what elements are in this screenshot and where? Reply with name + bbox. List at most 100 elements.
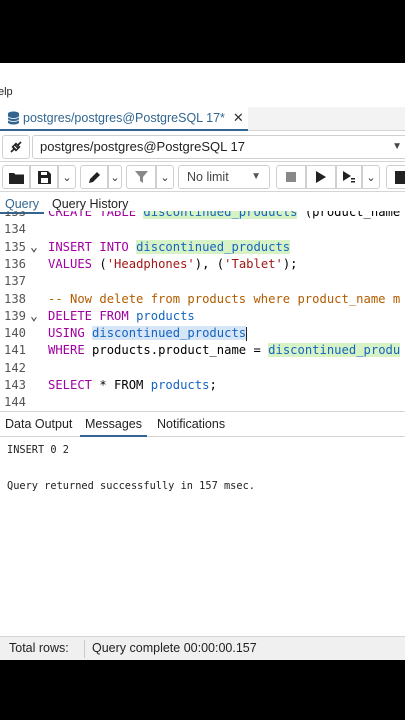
status-divider <box>84 640 85 658</box>
code-line[interactable]: 142 <box>0 360 405 377</box>
string-literal: 'Headphones' <box>106 256 195 271</box>
connection-select[interactable]: postgres/postgres@PostgreSQL 17 ▼ <box>32 135 405 159</box>
chevron-down-icon: ▼ <box>392 141 402 152</box>
code-token: ( <box>92 256 107 271</box>
open-file-button[interactable] <box>2 165 30 189</box>
stop-button[interactable] <box>276 165 306 189</box>
execute-button[interactable] <box>306 165 336 189</box>
line-number: 143 <box>3 378 26 392</box>
menu-help[interactable]: elp <box>0 85 13 99</box>
tab-title: postgres/postgres@PostgreSQL 17* <box>23 111 225 125</box>
code-line[interactable]: 143 SELECT * FROM products; <box>0 377 405 394</box>
line-number: 138 <box>3 291 26 306</box>
sql-keyword: USING <box>48 326 85 341</box>
table-name: discontinued_products <box>143 211 298 219</box>
code-line[interactable]: 139 ⌄ DELETE FROM products <box>0 308 405 325</box>
messages-panel: INSERT 0 2 Query returned successfully i… <box>0 439 405 619</box>
query-complete-status: Query complete 00:00:00.157 <box>92 641 257 655</box>
tab-messages[interactable]: Messages <box>80 412 147 437</box>
execute-options-button[interactable]: ⌄ <box>362 165 380 189</box>
editor-tab-bar: postgres/postgres@PostgreSQL 17* ✕ <box>0 107 405 131</box>
table-name: products <box>150 378 210 392</box>
code-line[interactable]: 141 WHERE products.product_name = discont… <box>0 342 405 359</box>
code-line[interactable]: 133 CREATE TABLE discontinued_products (p… <box>0 211 405 221</box>
fold-chevron-icon[interactable]: ⌄ <box>30 308 42 325</box>
filter-options-button[interactable]: ⌄ <box>156 165 174 189</box>
connection-bar: postgres/postgres@PostgreSQL 17 ▼ <box>0 132 405 162</box>
close-icon[interactable]: ✕ <box>233 110 244 126</box>
query-tool-tab[interactable]: postgres/postgres@PostgreSQL 17* ✕ <box>0 107 248 131</box>
tab-query-history[interactable]: Query History <box>52 197 128 211</box>
chevron-down-icon: ⌄ <box>62 171 72 184</box>
macro-icon <box>394 170 405 184</box>
message-line: INSERT 0 2 <box>7 444 69 456</box>
table-name: products <box>136 308 195 323</box>
code-text: CREATE TABLE discontinued_products (prod… <box>48 211 400 221</box>
fold-chevron-icon[interactable]: ⌄ <box>30 239 42 256</box>
sql-comment: -- Now delete from products where produc… <box>48 291 401 306</box>
row-limit-select[interactable]: No limit ▼ <box>178 165 270 189</box>
pgadmin-window: elp postgres/postgres@PostgreSQL 17* ✕ p… <box>0 63 405 660</box>
code-line[interactable]: 135 ⌄ INSERT INTO discontinued_products <box>0 239 405 256</box>
code-token: (product_name <box>297 211 401 219</box>
code-line[interactable]: 134 <box>0 221 405 238</box>
sql-keyword: VALUES <box>48 256 93 271</box>
tab-query[interactable]: Query <box>5 197 39 211</box>
table-name: discontinued_produ <box>268 343 401 358</box>
database-icon <box>6 111 20 125</box>
code-line[interactable]: 138 -- Now delete from products where pro… <box>0 291 405 308</box>
sql-keyword: DELETE FROM <box>48 308 129 323</box>
tab-data-output[interactable]: Data Output <box>0 412 77 437</box>
sql-keyword: WHERE <box>48 343 85 358</box>
table-name: discontinued_products <box>92 326 247 341</box>
filter-button[interactable] <box>126 165 156 189</box>
chevron-down-icon: ▼ <box>251 171 261 182</box>
status-bar: Total rows: Query complete 00:00:00.157 <box>0 636 405 660</box>
line-number: 136 <box>3 256 26 271</box>
string-literal: 'Tablet' <box>224 256 283 271</box>
code-line[interactable]: 136 VALUES ('Headphones'), ('Tablet'); <box>0 256 405 273</box>
code-line[interactable]: 140 USING discontinued_products <box>0 325 405 342</box>
code-token: ; <box>209 378 217 392</box>
line-number: 134 <box>3 222 26 237</box>
plug-icon[interactable] <box>2 135 30 159</box>
code-text: DELETE FROM products <box>48 308 195 325</box>
edit-button[interactable] <box>80 165 108 189</box>
chevron-down-icon: ⌄ <box>160 171 170 184</box>
code-line[interactable]: 137 <box>0 273 405 290</box>
line-number: 144 <box>3 395 26 410</box>
filter-icon <box>134 170 148 183</box>
save-options-button[interactable]: ⌄ <box>58 165 76 189</box>
pencil-icon <box>88 171 100 183</box>
sql-keyword: CREATE TABLE <box>48 211 144 219</box>
edit-options-button[interactable]: ⌄ <box>108 165 122 189</box>
chevron-down-icon: ⌄ <box>110 171 120 184</box>
sql-keyword: SELECT <box>48 378 93 392</box>
total-rows-label: Total rows: <box>9 641 69 655</box>
code-text: USING discontinued_products <box>48 325 248 342</box>
save-button[interactable] <box>30 165 58 189</box>
code-text: -- Now delete from products where produc… <box>48 291 400 308</box>
macros-button[interactable] <box>386 165 405 189</box>
explain-button[interactable] <box>336 165 362 189</box>
menu-bar: elp <box>0 85 405 99</box>
query-toolbar: ⌄ ⌄ ⌄ No limit ▼ ⌄ <box>0 162 405 192</box>
connection-value: postgres/postgres@PostgreSQL 17 <box>40 139 245 154</box>
code-text: VALUES ('Headphones'), ('Tablet'); <box>48 256 298 273</box>
chevron-down-icon: ⌄ <box>366 171 376 184</box>
line-number: 137 <box>3 274 26 289</box>
code-line[interactable]: 144 <box>0 394 405 411</box>
text-cursor <box>246 326 248 341</box>
tab-notifications[interactable]: Notifications <box>152 412 230 437</box>
code-text: SELECT * FROM products; <box>48 377 217 394</box>
sql-editor[interactable]: 133 CREATE TABLE discontinued_products (p… <box>0 211 405 411</box>
message-line: Query returned successfully in 157 msec. <box>7 480 255 492</box>
code-token: ), ( <box>194 256 225 271</box>
code-text: INSERT INTO discontinued_products <box>48 239 291 256</box>
play-icon <box>316 171 326 183</box>
code-token: ); <box>282 256 298 271</box>
row-limit-value: No limit <box>187 170 229 184</box>
